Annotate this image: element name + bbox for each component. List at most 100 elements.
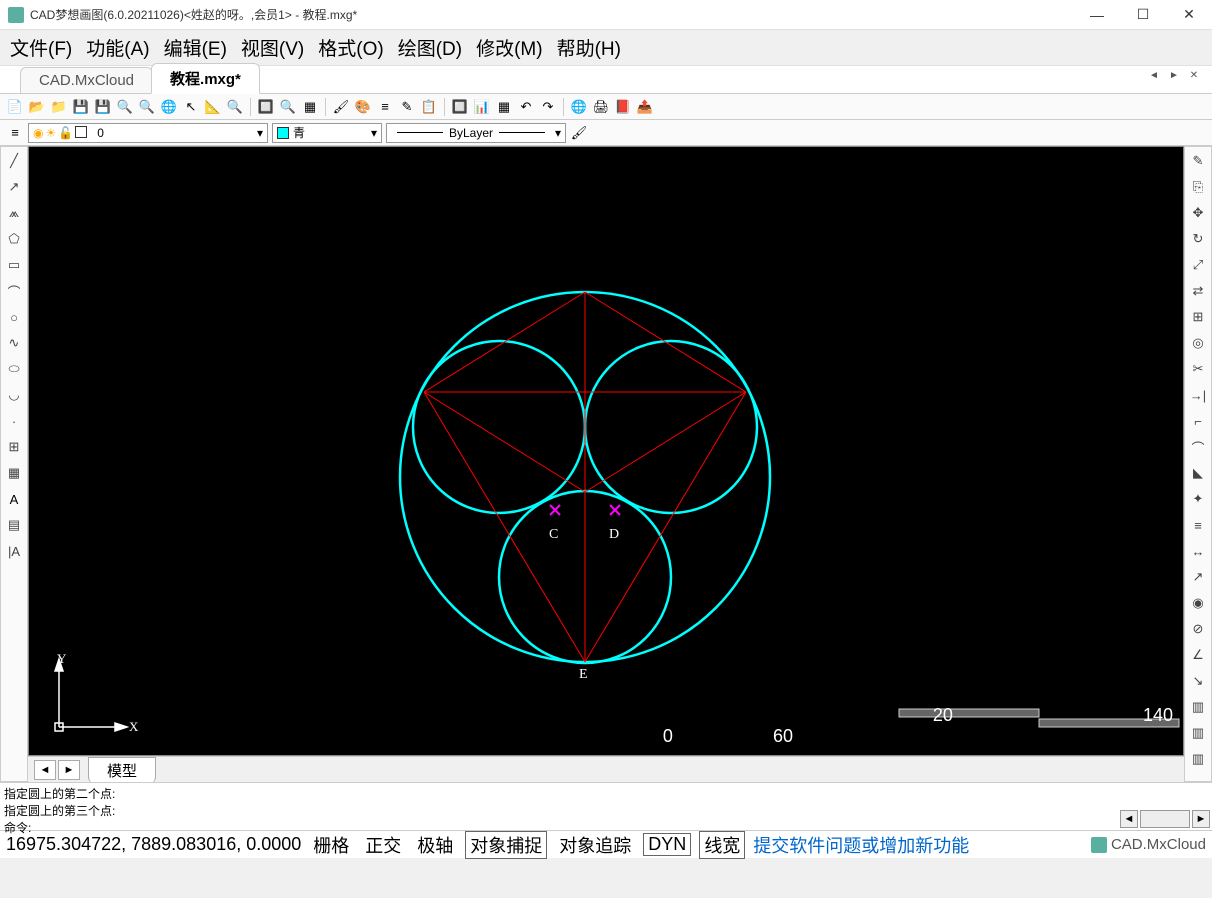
ellipse-arc-icon[interactable]: ◡: [4, 385, 24, 405]
zoomin-icon[interactable]: 🔍: [138, 98, 156, 116]
rotate-icon[interactable]: ↻: [1188, 229, 1208, 249]
rectangle-icon[interactable]: ▭: [4, 255, 24, 275]
edit-icon[interactable]: ✎: [1188, 151, 1208, 171]
tab-prev[interactable]: ◄: [1146, 70, 1162, 81]
doc-icon[interactable]: 📋: [420, 98, 438, 116]
print-icon[interactable]: 🖨: [592, 98, 610, 116]
block-icon[interactable]: 🔲: [451, 98, 469, 116]
dim-dia-icon[interactable]: ⊘: [1188, 619, 1208, 639]
leader-icon[interactable]: ↘: [1188, 671, 1208, 691]
model-tab[interactable]: 模型: [88, 757, 156, 783]
scale-icon[interactable]: ⤢: [1188, 255, 1208, 275]
trim-icon[interactable]: ✂: [1188, 359, 1208, 379]
layout-next[interactable]: ►: [58, 760, 80, 780]
circle-icon[interactable]: ○: [4, 307, 24, 327]
saveas-icon[interactable]: 💾: [94, 98, 112, 116]
stack2-icon[interactable]: ▥: [1188, 723, 1208, 743]
zoom-win-icon[interactable]: ↖: [182, 98, 200, 116]
command-area[interactable]: 指定圆上的第二个点: 指定圆上的第三个点: 命令: ◄ ►: [0, 782, 1212, 830]
extend-icon[interactable]: →|: [1188, 385, 1208, 405]
fillet-icon[interactable]: ⌒: [1188, 437, 1208, 457]
cmd-scroll-left[interactable]: ◄: [1120, 810, 1138, 828]
undo-icon[interactable]: ↶: [517, 98, 535, 116]
dim-icon[interactable]: 📊: [473, 98, 491, 116]
dimtext-icon[interactable]: |A: [4, 541, 24, 561]
match-prop-icon[interactable]: 🖌: [570, 124, 588, 142]
stack3-icon[interactable]: ▥: [1188, 749, 1208, 769]
dim-aligned-icon[interactable]: ↗: [1188, 567, 1208, 587]
minimize-button[interactable]: —: [1074, 0, 1120, 30]
cmd-scroll-right[interactable]: ►: [1192, 810, 1210, 828]
new-icon[interactable]: 📄: [6, 98, 24, 116]
tab-close[interactable]: ✕: [1186, 70, 1202, 81]
dim-radius-icon[interactable]: ◉: [1188, 593, 1208, 613]
xline-icon[interactable]: ↗: [4, 177, 24, 197]
chamfer-icon[interactable]: ◣: [1188, 463, 1208, 483]
select-icon[interactable]: ▦: [301, 98, 319, 116]
layers-icon[interactable]: ≡: [376, 98, 394, 116]
menu-file[interactable]: 文件(F): [10, 34, 72, 61]
spline-icon[interactable]: ∿: [4, 333, 24, 353]
globe-icon[interactable]: 🌐: [570, 98, 588, 116]
menu-edit[interactable]: 编辑(E): [164, 34, 227, 61]
color-dropdown[interactable]: 青 ▾: [272, 123, 382, 143]
mirror-icon[interactable]: ⇄: [1188, 281, 1208, 301]
redo-icon[interactable]: ↷: [539, 98, 557, 116]
brush-icon[interactable]: 🖌: [332, 98, 350, 116]
cmd-prompt[interactable]: 命令:: [4, 819, 1208, 836]
zoom-ext-icon[interactable]: 🔍: [226, 98, 244, 116]
dim-linear-icon[interactable]: ↔: [1188, 541, 1208, 561]
stack1-icon[interactable]: ▥: [1188, 697, 1208, 717]
table-icon[interactable]: ▦: [495, 98, 513, 116]
close-button[interactable]: ✕: [1166, 0, 1212, 30]
block-insert-icon[interactable]: ⊞: [4, 437, 24, 457]
maximize-button[interactable]: ☐: [1120, 0, 1166, 30]
text-icon[interactable]: A: [4, 489, 24, 509]
line-icon[interactable]: ╱: [4, 151, 24, 171]
offset-icon[interactable]: ◎: [1188, 333, 1208, 353]
pan-icon[interactable]: 🌐: [160, 98, 178, 116]
tab-next[interactable]: ►: [1166, 70, 1182, 81]
move-icon[interactable]: ✥: [1188, 203, 1208, 223]
point-icon[interactable]: ·: [4, 411, 24, 431]
copy-icon[interactable]: ⎘: [1188, 177, 1208, 197]
menu-draw[interactable]: 绘图(D): [398, 34, 462, 61]
menu-func[interactable]: 功能(A): [86, 34, 149, 61]
break-icon[interactable]: ⌐: [1188, 411, 1208, 431]
layout-prev[interactable]: ◄: [34, 760, 56, 780]
pen-icon[interactable]: ✎: [398, 98, 416, 116]
polyline-icon[interactable]: ⩕: [4, 203, 24, 223]
align-icon[interactable]: ≡: [1188, 515, 1208, 535]
menu-help[interactable]: 帮助(H): [557, 34, 621, 61]
polygon-icon[interactable]: ⬠: [4, 229, 24, 249]
tab-cloud[interactable]: CAD.MxCloud: [20, 67, 153, 93]
drawing-canvas[interactable]: C D E Y X 20140 060: [28, 146, 1184, 756]
cmd-scroll-thumb[interactable]: [1140, 810, 1190, 828]
ellipse-icon[interactable]: ⬭: [4, 359, 24, 379]
zoom-icon[interactable]: 🔍: [116, 98, 134, 116]
arc-icon[interactable]: ⌒: [4, 281, 24, 301]
mtext-icon[interactable]: ▤: [4, 515, 24, 535]
menu-modify[interactable]: 修改(M): [476, 34, 542, 61]
hatch-icon[interactable]: ▦: [4, 463, 24, 483]
open-icon[interactable]: 📂: [28, 98, 46, 116]
zoom-prev-icon[interactable]: 🔍: [279, 98, 297, 116]
menu-format[interactable]: 格式(O): [318, 34, 383, 61]
status-dyn[interactable]: DYN: [643, 833, 691, 856]
menu-view[interactable]: 视图(V): [241, 34, 304, 61]
layer-dropdown[interactable]: ◉☀🔓 0 ▾: [28, 123, 268, 143]
tab-tutorial[interactable]: 教程.mxg*: [151, 63, 260, 94]
zoom-obj-icon[interactable]: 🔲: [257, 98, 275, 116]
pdf-icon[interactable]: 📕: [614, 98, 632, 116]
explode-icon[interactable]: ✦: [1188, 489, 1208, 509]
document-tabs: CAD.MxCloud 教程.mxg* ◄ ► ✕: [0, 66, 1212, 94]
paint-icon[interactable]: 🎨: [354, 98, 372, 116]
array-icon[interactable]: ⊞: [1188, 307, 1208, 327]
save-icon[interactable]: 💾: [72, 98, 90, 116]
linetype-dropdown[interactable]: ByLayer ▾: [386, 123, 566, 143]
layer-mgr-icon[interactable]: ≡: [6, 124, 24, 142]
ruler-icon[interactable]: 📐: [204, 98, 222, 116]
dim-angle-icon[interactable]: ∠: [1188, 645, 1208, 665]
export-icon[interactable]: 📤: [636, 98, 654, 116]
open2-icon[interactable]: 📁: [50, 98, 68, 116]
